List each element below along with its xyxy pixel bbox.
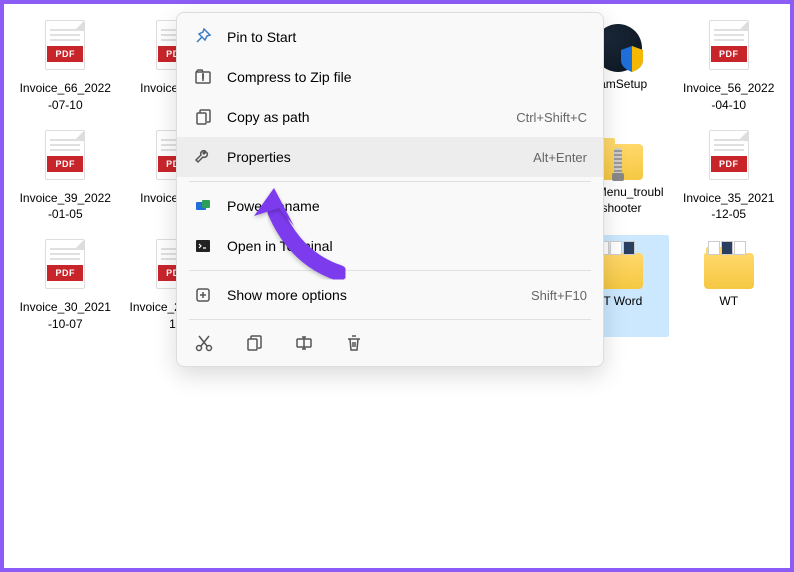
pdf-icon: PDF: [705, 130, 753, 186]
menu-label: Compress to Zip file: [227, 69, 587, 85]
pdf-icon: PDF: [41, 130, 89, 186]
menu-label: Copy as path: [227, 109, 516, 125]
file-item[interactable]: PDF Invoice_56_2022-04-10: [677, 16, 780, 118]
menu-pin-to-start[interactable]: Pin to Start: [177, 17, 603, 57]
file-item[interactable]: PDF Invoice_30_2021-10-07: [14, 235, 117, 337]
cut-icon[interactable]: [193, 332, 215, 354]
menu-label: Properties: [227, 149, 533, 165]
pdf-icon: PDF: [41, 239, 89, 295]
menu-show-more[interactable]: Show more options Shift+F10: [177, 275, 603, 315]
powerrename-icon: [193, 196, 213, 216]
menu-shortcut: Ctrl+Shift+C: [516, 110, 587, 125]
menu-divider: [189, 270, 591, 271]
folder-icon: [704, 247, 754, 289]
menu-shortcut: Alt+Enter: [533, 150, 587, 165]
delete-icon[interactable]: [343, 332, 365, 354]
more-icon: [193, 285, 213, 305]
menu-powerrename[interactable]: PowerRename: [177, 186, 603, 226]
pdf-icon: PDF: [41, 20, 89, 76]
file-item[interactable]: WT: [677, 235, 780, 337]
file-item[interactable]: PDF Invoice_66_2022-07-10: [14, 16, 117, 118]
menu-compress-zip[interactable]: Compress to Zip file: [177, 57, 603, 97]
file-label: Invoice_56_2022-04-10: [681, 80, 776, 114]
file-label: WT: [719, 293, 738, 310]
menu-open-terminal[interactable]: Open in Terminal: [177, 226, 603, 266]
file-item[interactable]: PDF Invoice_35_2021-12-05: [677, 126, 780, 228]
menu-shortcut: Shift+F10: [531, 288, 587, 303]
menu-copy-path[interactable]: Copy as path Ctrl+Shift+C: [177, 97, 603, 137]
menu-properties[interactable]: Properties Alt+Enter: [177, 137, 603, 177]
pin-icon: [193, 27, 213, 47]
file-item[interactable]: PDF Invoice_39_2022-01-05: [14, 126, 117, 228]
menu-bottom-bar: [177, 324, 603, 362]
menu-label: Open in Terminal: [227, 238, 587, 254]
context-menu: Pin to Start Compress to Zip file Copy a…: [176, 12, 604, 367]
file-label: Invoice_35_2021-12-05: [681, 190, 776, 224]
file-label: Invoice_66_2022-07-10: [18, 80, 113, 114]
menu-divider: [189, 181, 591, 182]
pdf-icon: PDF: [705, 20, 753, 76]
copy-icon[interactable]: [243, 332, 265, 354]
terminal-icon: [193, 236, 213, 256]
copy-path-icon: [193, 107, 213, 127]
rename-icon[interactable]: [293, 332, 315, 354]
menu-label: Pin to Start: [227, 29, 587, 45]
wrench-icon: [193, 147, 213, 167]
menu-label: Show more options: [227, 287, 531, 303]
menu-divider: [189, 319, 591, 320]
menu-label: PowerRename: [227, 198, 587, 214]
zip-icon: [193, 67, 213, 87]
file-label: Invoice_30_2021-10-07: [18, 299, 113, 333]
file-label: Invoice_39_2022-01-05: [18, 190, 113, 224]
